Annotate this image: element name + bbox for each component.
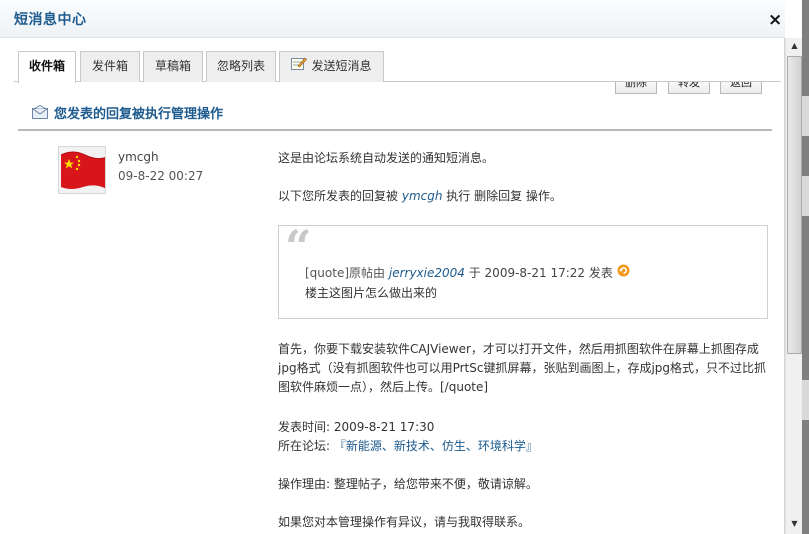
- china-flag-icon: [59, 147, 105, 193]
- notice-line: 这是由论坛系统自动发送的通知短消息。: [278, 151, 495, 165]
- forum-label: 所在论坛:: [278, 439, 331, 453]
- sender-name[interactable]: ymcgh: [118, 150, 159, 164]
- scroll-down-icon[interactable]: ▼: [786, 516, 803, 532]
- forum-line: 所在论坛: 『新能源、新技术、仿生、环境科学』: [278, 437, 538, 454]
- forum-link[interactable]: 『新能源、新技术、仿生、环境科学』: [334, 439, 538, 453]
- dialog-titlebar: 短消息中心 ×: [0, 0, 785, 38]
- tab-outbox[interactable]: 发件箱: [80, 51, 140, 82]
- header-divider: [18, 129, 772, 131]
- tab-inbox[interactable]: 收件箱: [18, 51, 76, 83]
- quote-body: 楼主这图片怎么做出来的: [305, 286, 438, 300]
- tab-send-message[interactable]: 发送短消息: [279, 51, 384, 82]
- quote-meta: [quote]原帖由 jerryxie2004 于 2009-8-21 17:2…: [305, 264, 630, 281]
- quote-prefix: [quote]原帖由: [305, 266, 386, 280]
- message-center-dialog: 短消息中心 × 收件箱 发件箱 草稿箱 忽略列表 发送短消息 删除 转发 返回 …: [0, 0, 785, 534]
- forward-button[interactable]: 转发: [668, 82, 710, 94]
- action-line: 以下您所发表的回复被 ymcgh 执行 删除回复 操作。: [278, 187, 562, 204]
- background-window-segment: [802, 176, 809, 216]
- back-button[interactable]: 返回: [720, 82, 762, 94]
- tab-ignore-list-label: 忽略列表: [216, 59, 265, 73]
- tab-ignore-list[interactable]: 忽略列表: [206, 51, 276, 82]
- close-button[interactable]: ×: [768, 12, 782, 29]
- tab-bar: 收件箱 发件箱 草稿箱 忽略列表 发送短消息: [14, 49, 781, 83]
- moderator-link[interactable]: ymcgh: [402, 189, 443, 203]
- message-title: 您发表的回复被执行管理操作: [54, 107, 224, 122]
- tab-drafts[interactable]: 草稿箱: [143, 51, 203, 82]
- quote-author-link[interactable]: jerryxie2004: [389, 266, 465, 280]
- reason-line: 操作理由: 整理帖子，给您带来不便，敬请谅解。: [278, 475, 538, 492]
- tab-drafts-label: 草稿箱: [154, 59, 191, 73]
- tab-send-message-label: 发送短消息: [311, 59, 372, 73]
- scroll-up-icon[interactable]: ▲: [786, 38, 803, 54]
- posted-time-line: 发表时间: 2009-8-21 17:30: [278, 418, 434, 435]
- delete-button[interactable]: 删除: [615, 82, 657, 94]
- action-line-suffix: 执行 删除回复 操作。: [446, 189, 562, 203]
- quote-box: “ [quote]原帖由 jerryxie2004 于 2009-8-21 17…: [278, 224, 768, 319]
- action-line-prefix: 以下您所发表的回复被: [278, 189, 399, 203]
- posted-time: 2009-8-21 17:30: [333, 420, 435, 434]
- background-window-segment: [802, 380, 809, 420]
- envelope-icon: [32, 104, 49, 122]
- posted-label: 发表时间:: [278, 420, 331, 434]
- compose-icon: [291, 52, 308, 80]
- background-window-segment: [802, 96, 809, 136]
- tab-inbox-label: 收件箱: [28, 59, 65, 73]
- quote-date: 于 2009-8-21 17:22 发表: [468, 266, 613, 280]
- sender-time: 09-8-22 00:27: [118, 169, 204, 183]
- vertical-scrollbar[interactable]: ▲ ▼: [785, 38, 803, 534]
- scrollbar-thumb[interactable]: [787, 56, 802, 354]
- go-to-post-icon[interactable]: [617, 264, 630, 280]
- message-view: 删除 转发 返回 您发表的回复被执行管理操作 ymcgh 09-8-22 00:…: [14, 82, 781, 534]
- contact-line: 如果您对本管理操作有异议，请与我取得联系。: [278, 515, 531, 529]
- message-paragraph: 首先，你要下载安装软件CAJViewer，才可以打开文件，然后用抓图软件在屏幕上…: [278, 342, 767, 394]
- background-window-edge: [802, 0, 809, 534]
- reason-text: 整理帖子，给您带来不便，敬请谅解。: [333, 477, 538, 491]
- dialog-title: 短消息中心: [14, 12, 87, 28]
- avatar[interactable]: [58, 146, 106, 194]
- reason-label: 操作理由:: [278, 477, 331, 491]
- tab-outbox-label: 发件箱: [91, 59, 128, 73]
